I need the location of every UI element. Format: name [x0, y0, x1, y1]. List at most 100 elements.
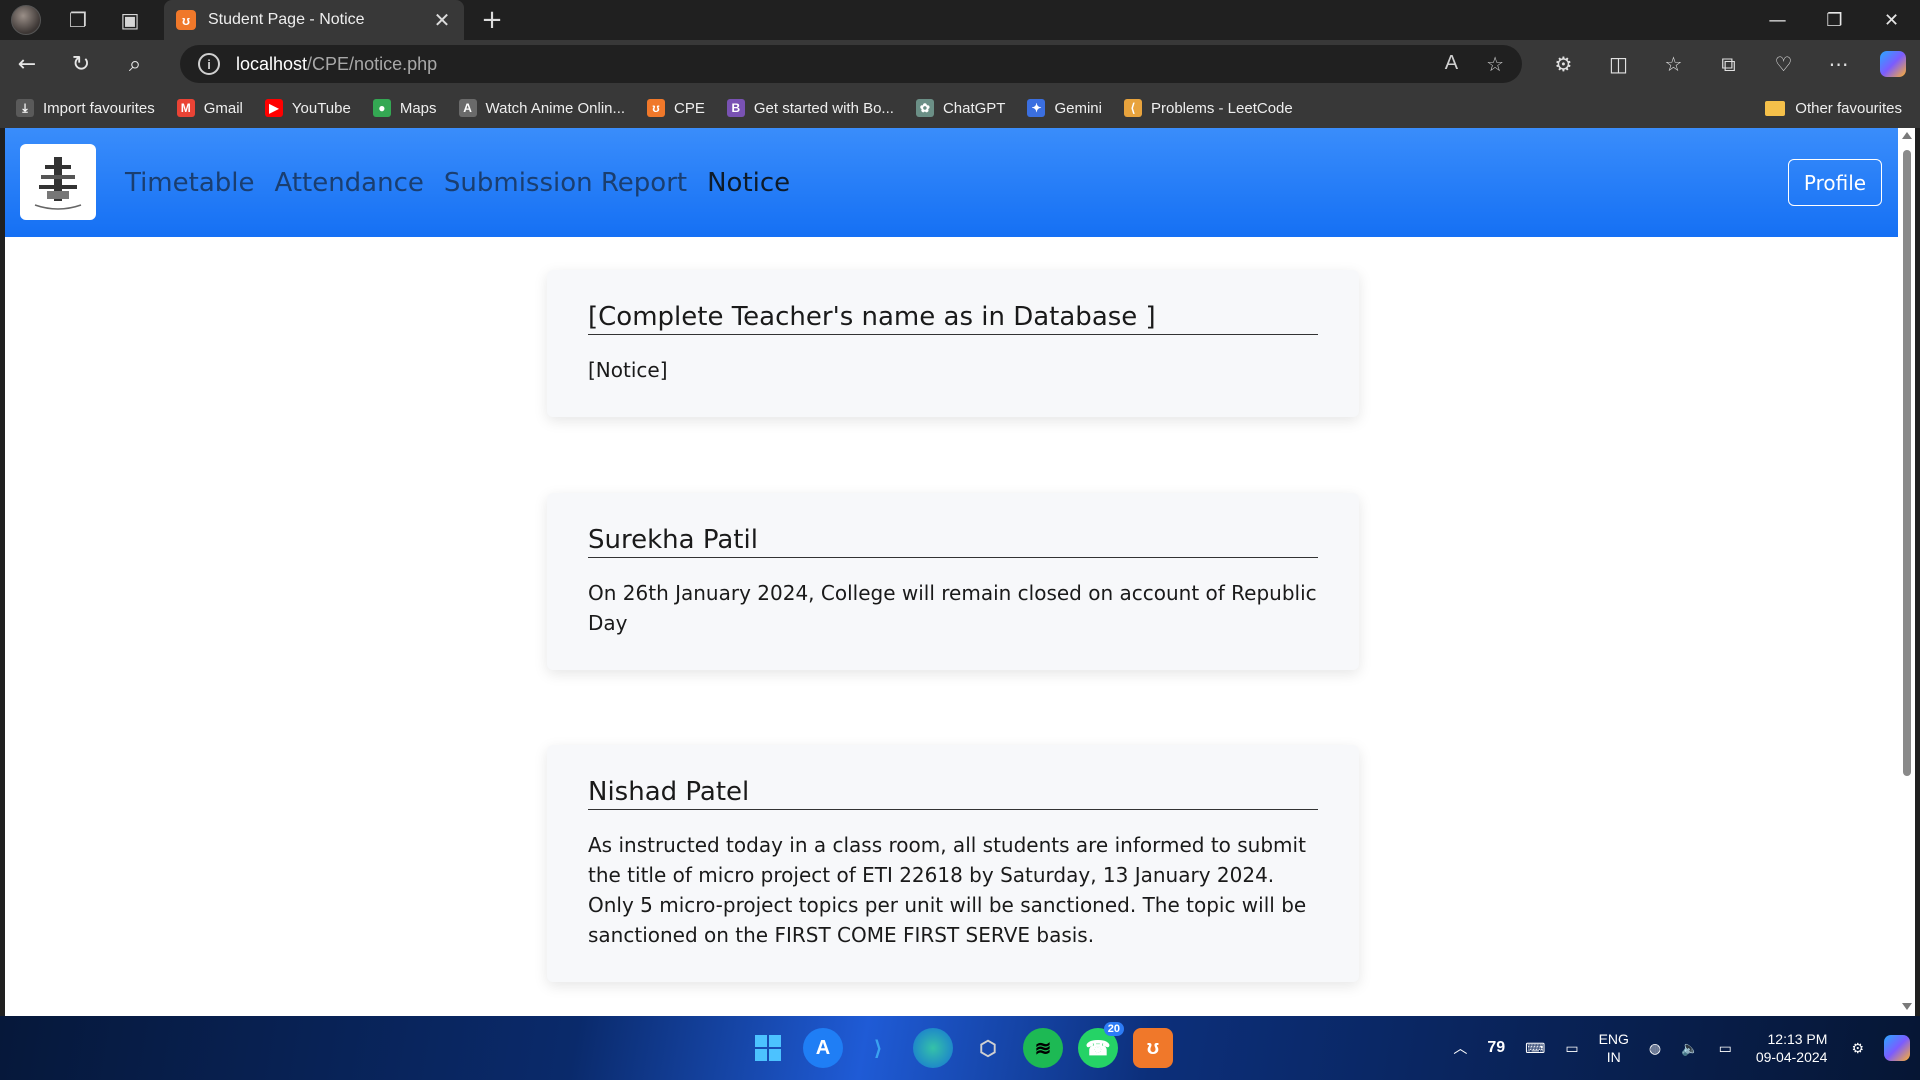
bootstrap-icon: B: [726, 99, 745, 117]
bookmark-label: Gmail: [203, 99, 243, 117]
window-controls: — ❐ ✕: [1749, 0, 1920, 40]
xampp-icon: ʊ: [176, 10, 196, 30]
clock[interactable]: 12:13 PM 09-04-2024: [1756, 1030, 1828, 1066]
folder-icon: [1765, 100, 1786, 116]
more-menu-icon[interactable]: ⋯: [1811, 52, 1866, 76]
notice-card: Nishad Patel As instructed today in a cl…: [547, 745, 1359, 982]
scroll-thumb[interactable]: [1903, 150, 1911, 776]
college-emblem-icon: [34, 157, 82, 210]
clock-date: 09-04-2024: [1755, 1049, 1828, 1065]
nav-attendance[interactable]: Attendance: [274, 168, 423, 198]
bookmark-item[interactable]: A Watch Anime Onlin...: [458, 99, 626, 117]
nav-notice[interactable]: Notice: [707, 168, 790, 198]
active-tab[interactable]: ʊ Student Page - Notice ✕: [164, 0, 464, 40]
bookmark-item[interactable]: ⟨ Problems - LeetCode: [1123, 99, 1293, 117]
search-icon[interactable]: ⌕: [108, 40, 162, 88]
scroll-up-icon[interactable]: [1902, 132, 1912, 139]
address-bar[interactable]: i localhost/CPE/notice.php A ☆: [180, 45, 1522, 83]
bookmark-item[interactable]: ● Maps: [372, 99, 437, 117]
profile-avatar[interactable]: [0, 0, 52, 40]
nav-timetable[interactable]: Timetable: [125, 168, 254, 198]
bookmark-label: Maps: [399, 99, 437, 117]
bookmark-label: Problems - LeetCode: [1150, 99, 1293, 117]
region-code: IN: [1606, 1049, 1621, 1065]
restore-icon[interactable]: ❐: [1806, 0, 1863, 40]
browser-tab-bar: ❐ ▣ ʊ Student Page - Notice ✕ + — ❐ ✕: [0, 0, 1920, 40]
main-nav: Timetable Attendance Submission Report N…: [125, 128, 810, 237]
other-favourites[interactable]: Other favourites: [1765, 88, 1902, 128]
url-path: /CPE/notice.php: [307, 53, 438, 74]
browser-toolbar: ← ↻ ⌕ i localhost/CPE/notice.php A ☆ ⚙ ◫…: [0, 40, 1920, 88]
bookmark-item[interactable]: ✦ Gemini: [1027, 99, 1102, 117]
whatsapp-icon[interactable]: ☎ 20: [1078, 1022, 1124, 1068]
bookmark-item[interactable]: ʊ CPE: [647, 99, 705, 117]
page-scrollbar[interactable]: [1898, 128, 1915, 1016]
bookmark-item[interactable]: ⤓ Import favourites: [16, 99, 155, 117]
gemini-icon: ✦: [1027, 99, 1046, 117]
browser-essentials-icon[interactable]: ♡: [1756, 52, 1811, 76]
minimize-icon[interactable]: —: [1749, 0, 1806, 40]
close-tab-icon[interactable]: ✕: [432, 8, 452, 33]
notice-teacher-name: [Complete Teacher's name as in Database …: [588, 302, 1318, 335]
favorites-icon[interactable]: ☆: [1646, 52, 1701, 76]
edge-icon[interactable]: [913, 1028, 953, 1068]
back-icon[interactable]: ←: [0, 40, 54, 88]
collections-icon[interactable]: ⧉: [1701, 52, 1756, 76]
notice-card: Surekha Patil On 26th January 2024, Coll…: [547, 493, 1359, 670]
bookmark-label: Import favourites: [43, 99, 155, 117]
close-window-icon[interactable]: ✕: [1863, 0, 1920, 40]
bookmark-label: ChatGPT: [942, 99, 1006, 117]
page-viewport: Timetable Attendance Submission Report N…: [5, 128, 1898, 1016]
refresh-icon[interactable]: ↻: [54, 40, 108, 88]
app-store-icon[interactable]: A: [803, 1028, 843, 1068]
split-screen-icon[interactable]: ◫: [1591, 52, 1646, 76]
bookmark-item[interactable]: B Get started with Bo...: [726, 99, 894, 117]
language-code: ENG: [1598, 1031, 1629, 1047]
copilot-icon[interactable]: [1880, 51, 1906, 77]
favorite-star-icon[interactable]: ☆: [1486, 52, 1504, 77]
chatgpt-icon: ✿: [915, 99, 934, 117]
start-icon[interactable]: [748, 1028, 788, 1068]
anime-icon: A: [458, 99, 477, 117]
youtube-icon: ▶: [264, 99, 283, 117]
xampp-icon[interactable]: ʊ: [1133, 1028, 1173, 1068]
bookmark-label: Get started with Bo...: [753, 99, 894, 117]
notice-teacher-name: Nishad Patel: [588, 777, 1318, 810]
college-logo[interactable]: [20, 144, 96, 220]
tray-counter[interactable]: 79: [1487, 1039, 1505, 1057]
spotify-icon[interactable]: ≋: [1023, 1028, 1063, 1068]
unity-icon[interactable]: ⬡: [968, 1028, 1008, 1068]
bookmark-item[interactable]: ✿ ChatGPT: [915, 99, 1006, 117]
vscode-icon[interactable]: ⟩: [858, 1028, 898, 1068]
notice-text: As instructed today in a class room, all…: [588, 833, 1307, 947]
notifications-icon[interactable]: ⚙: [1851, 1040, 1864, 1057]
bookmark-label: Watch Anime Onlin...: [485, 99, 626, 117]
notice-text: [Notice]: [588, 358, 668, 382]
bookmark-item[interactable]: M Gmail: [176, 99, 243, 117]
volume-icon[interactable]: 🔈: [1681, 1040, 1698, 1057]
workspaces-icon[interactable]: ❐: [52, 0, 104, 40]
battery-icon[interactable]: ▭: [1719, 1040, 1732, 1057]
maps-icon: ●: [372, 99, 391, 117]
tab-actions-icon[interactable]: ▣: [104, 0, 156, 40]
copilot-taskbar-icon[interactable]: [1884, 1035, 1910, 1061]
xampp-icon: ʊ: [647, 99, 666, 117]
other-favourites-label: Other favourites: [1795, 99, 1902, 117]
keyboard-icon[interactable]: ⌨: [1525, 1040, 1545, 1057]
network-icon[interactable]: ◍: [1649, 1040, 1661, 1057]
show-hidden-icons-icon[interactable]: ︿: [1453, 1038, 1467, 1058]
read-aloud-icon[interactable]: A: [1445, 52, 1458, 77]
bookmark-label: YouTube: [291, 99, 351, 117]
profile-button[interactable]: Profile: [1788, 159, 1882, 206]
notice-text: On 26th January 2024, College will remai…: [588, 581, 1317, 635]
extensions-icon[interactable]: ⚙: [1536, 52, 1591, 76]
site-info-icon[interactable]: i: [198, 53, 220, 75]
new-tab-button[interactable]: +: [472, 0, 512, 40]
tablet-icon[interactable]: ▭: [1565, 1040, 1578, 1057]
scroll-down-icon[interactable]: [1902, 1003, 1912, 1010]
windows-taskbar: A ⟩ ⬡ ≋ ☎ 20 ʊ ︿ 79 ⌨ ▭ ENG IN ◍ 🔈 ▭ 12:1…: [0, 1016, 1920, 1080]
tab-title: Student Page - Notice: [208, 11, 365, 28]
bookmark-item[interactable]: ▶ YouTube: [264, 99, 351, 117]
nav-submission-report[interactable]: Submission Report: [444, 168, 687, 198]
language-indicator[interactable]: ENG IN: [1599, 1030, 1629, 1066]
